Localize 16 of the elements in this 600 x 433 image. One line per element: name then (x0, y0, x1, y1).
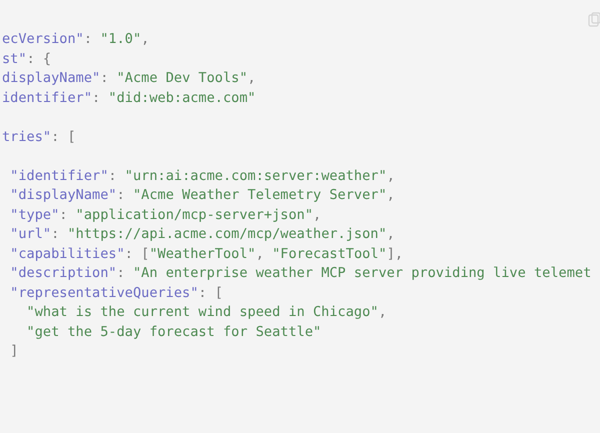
code-line: "displayName": "Acme Weather Telemetry Server", (9, 186, 395, 205)
code-line: "get the 5-day forecast for Seattle" (26, 322, 322, 342)
code-line: identifier": "did:web:acme.com" (2, 88, 256, 108)
code-line: "url": "https://api.acme.com/mcp/weather.json", (9, 225, 395, 244)
code-line: tries": [ (2, 128, 76, 146)
code-line: st": { (2, 50, 52, 68)
code-line: "description": "An enterprise weather MCP server providing live telemet (9, 264, 592, 283)
code-line: ecVersion": "1.0", (2, 30, 150, 49)
code-line: "capabilities": ["WeatherTool", "ForecastTool"], (9, 244, 404, 264)
code-line: "representativeQueries": [ (9, 284, 223, 302)
code-line: ] (9, 342, 18, 361)
code-line: "identifier": "urn:ai:acme.com:server:weather", (9, 166, 395, 186)
copy-icon[interactable] (588, 12, 600, 28)
code-line: "type": "application/mcp-server+json", (9, 206, 322, 224)
code-line: displayName": "Acme Dev Tools", (2, 69, 256, 88)
code-line: "what is the current wind speed in Chicago", (26, 303, 387, 322)
